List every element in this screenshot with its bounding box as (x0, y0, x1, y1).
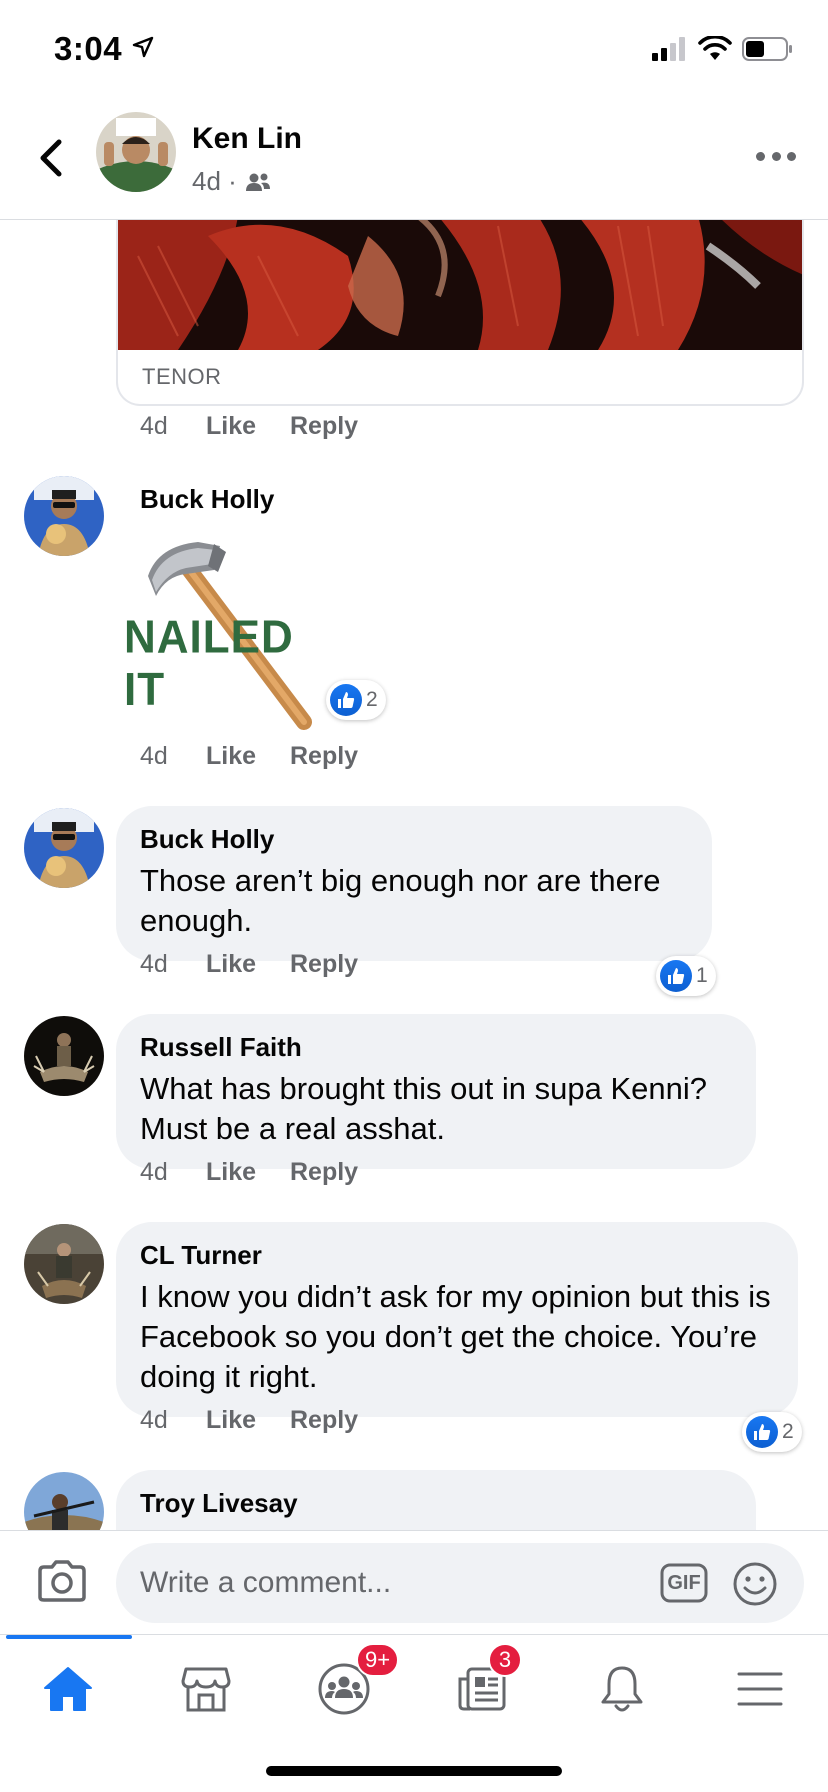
comment-bubble[interactable]: Troy Livesay (116, 1470, 756, 1530)
active-tab-indicator (6, 1635, 132, 1639)
gif-button[interactable]: GIF (660, 1563, 708, 1603)
reaction-badge[interactable]: 2 (742, 1412, 802, 1452)
dot (771, 151, 781, 161)
comment-actions: 4d Like Reply (140, 950, 358, 979)
post-author-name[interactable]: Ken Lin (192, 122, 302, 156)
dot (787, 151, 796, 161)
camera-button[interactable] (36, 1559, 92, 1607)
home-indicator (266, 1766, 562, 1776)
comment-actions: 4d Like Reply (140, 742, 358, 771)
comment-text: I know you didn’t ask for my opinion but… (140, 1279, 771, 1394)
comment-time: 4d (140, 1406, 168, 1434)
location-arrow-icon (132, 36, 154, 58)
like-button[interactable]: Like (206, 1406, 290, 1435)
avatar[interactable] (24, 476, 104, 556)
tab-marketplace[interactable] (166, 1657, 246, 1721)
avatar[interactable] (24, 1224, 104, 1304)
status-bar: 3:04 (0, 0, 828, 96)
gif-attachment[interactable]: TENOR (116, 220, 804, 406)
reaction-count: 2 (782, 1420, 794, 1443)
like-button[interactable]: Like (206, 950, 290, 979)
hamburger-menu-icon (737, 1672, 783, 1706)
comment-time: 4d (140, 950, 168, 978)
like-reaction-icon (330, 684, 362, 716)
bell-icon (601, 1666, 643, 1712)
comment-text: Those aren’t big enough nor are there en… (140, 863, 661, 938)
reply-button[interactable]: Reply (290, 1406, 358, 1435)
sticker-text: NAILED IT (124, 611, 294, 716)
comment-bubble[interactable]: Buck Holly Those aren’t big enough nor a… (116, 806, 712, 961)
camera-icon (38, 1560, 86, 1602)
like-reaction-icon (746, 1416, 778, 1448)
comment-time: 4d (140, 412, 168, 440)
reaction-count: 2 (366, 688, 378, 711)
comment-bubble[interactable]: CL Turner I know you didn’t ask for my o… (116, 1222, 798, 1417)
cellular-signal-icon (652, 37, 685, 61)
groups-notification-badge: 9+ (356, 1643, 400, 1677)
gif-image (118, 220, 802, 350)
wifi-icon (698, 36, 732, 60)
gif-source-label: TENOR (142, 364, 222, 389)
like-button[interactable]: Like (206, 412, 290, 441)
home-icon (44, 1667, 92, 1711)
comment-time: 4d (140, 1158, 168, 1186)
like-button[interactable]: Like (206, 742, 290, 771)
comment-author[interactable]: Russell Faith (140, 1032, 732, 1063)
comment-feed[interactable]: TENOR 4d Like Reply Buck Holly NAILED IT (0, 220, 828, 1530)
back-button[interactable] (30, 134, 70, 182)
comment-time: 4d (140, 742, 168, 770)
marketplace-icon (181, 1667, 231, 1712)
tab-menu[interactable] (720, 1657, 800, 1721)
reply-button[interactable]: Reply (290, 1158, 358, 1187)
friends-audience-icon (245, 173, 270, 191)
comment-bubble[interactable]: Russell Faith What has brought this out … (116, 1014, 756, 1169)
post-meta: 4d · (192, 166, 271, 197)
comment-actions: 4d Like Reply (140, 1406, 358, 1435)
avatar[interactable] (24, 1472, 104, 1530)
tab-notifications[interactable] (582, 1657, 662, 1721)
gif-label: GIF (667, 1571, 701, 1594)
status-time: 3:04 (54, 30, 123, 67)
comment-composer: GIF (0, 1530, 828, 1634)
comment-text: What has brought this out in supa Kenni?… (140, 1071, 707, 1146)
reaction-count: 1 (696, 964, 708, 987)
news-notification-badge: 3 (488, 1643, 522, 1677)
reply-button[interactable]: Reply (290, 412, 358, 441)
comment-actions: 4d Like Reply (140, 412, 358, 441)
reply-button[interactable]: Reply (290, 742, 358, 771)
like-button[interactable]: Like (206, 1158, 290, 1187)
tab-home[interactable] (28, 1657, 108, 1721)
reaction-badge[interactable]: 2 (326, 680, 386, 720)
post-header: Ken Lin 4d · (0, 96, 828, 220)
comment-author[interactable]: Buck Holly (140, 484, 274, 515)
comment-author[interactable]: Troy Livesay (140, 1488, 732, 1519)
comment-actions: 4d Like Reply (140, 1158, 358, 1187)
more-options-button[interactable] (756, 144, 796, 168)
smiley-icon (733, 1562, 777, 1606)
avatar[interactable] (96, 112, 176, 192)
emoji-button[interactable] (732, 1561, 778, 1607)
reply-button[interactable]: Reply (290, 950, 358, 979)
dot (756, 151, 765, 161)
nailed-it-sticker[interactable]: NAILED IT (124, 536, 328, 732)
battery-icon (742, 37, 792, 61)
post-time: 4d · (192, 166, 237, 196)
avatar[interactable] (24, 1016, 104, 1096)
avatar[interactable] (24, 808, 104, 888)
chevron-left-icon (40, 139, 62, 177)
comment-author[interactable]: CL Turner (140, 1240, 774, 1271)
comment-author[interactable]: Buck Holly (140, 824, 688, 855)
reaction-badge[interactable]: 1 (656, 956, 716, 996)
like-reaction-icon (660, 960, 692, 992)
